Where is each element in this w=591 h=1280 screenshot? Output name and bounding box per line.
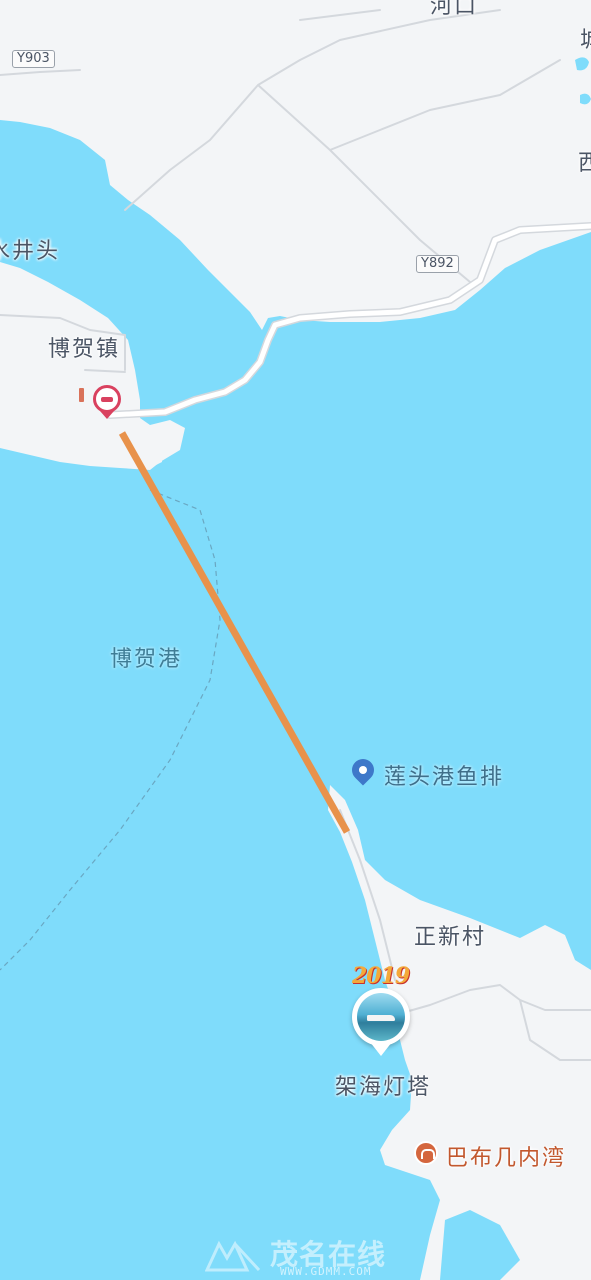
lighthouse-photo	[357, 993, 405, 1041]
place-label-zhengxin[interactable]: 正新村	[414, 919, 486, 951]
badge-2019: 2019	[352, 963, 410, 989]
poi-label-liantou-fish[interactable]: 莲头港鱼排	[384, 759, 504, 791]
pin-marker-small	[79, 388, 84, 402]
place-label-partial-xi[interactable]: 西	[578, 145, 591, 177]
road-shield-y892[interactable]: Y892	[416, 255, 459, 273]
road-shield-y903[interactable]: Y903	[12, 50, 55, 68]
watermark-logo-icon	[204, 1240, 261, 1272]
scenic-spot-icon[interactable]	[414, 1141, 438, 1165]
place-label-hekou[interactable]: 河口	[430, 0, 478, 20]
photo-pin-tail	[370, 1042, 392, 1056]
place-label-jingtou[interactable]: 水井头	[0, 233, 60, 265]
no-entry-icon[interactable]	[93, 385, 121, 413]
photo-pin-icon[interactable]	[352, 988, 410, 1046]
water-label-bohe-port[interactable]: 博贺港	[110, 641, 182, 673]
poi-label-lighthouse[interactable]: 架海灯塔	[335, 1069, 431, 1101]
no-entry-pin-tail	[100, 411, 114, 419]
place-label-bohe-town[interactable]: 博贺镇	[48, 331, 120, 363]
watermark-url: WWW.GDMM.COM	[280, 1265, 372, 1278]
poi-label-babuji-bay[interactable]: 巴布几内湾	[446, 1140, 566, 1172]
place-label-partial-cheng[interactable]: 城	[580, 22, 591, 54]
map-canvas[interactable]	[0, 0, 591, 1280]
